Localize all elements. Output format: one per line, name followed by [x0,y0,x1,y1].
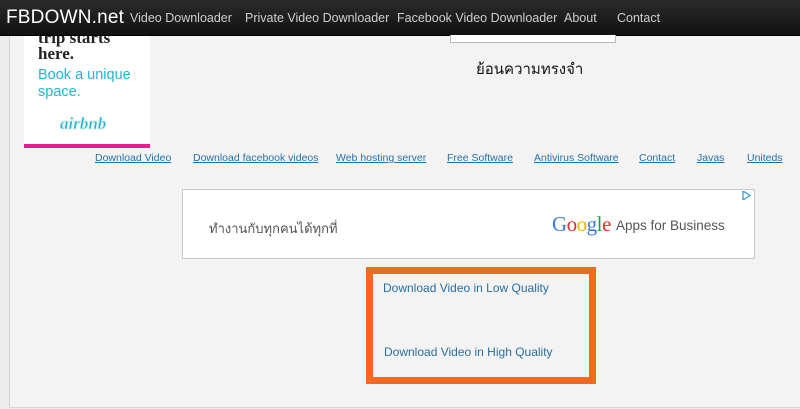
ad-headline: here. [38,44,75,63]
ad-accent-bar [24,144,150,148]
airbnb-ad[interactable]: trip starts here. Book a unique space. a… [24,36,150,148]
thumbnail[interactable] [451,42,490,43]
adchoices-triangle-icon[interactable] [742,189,752,202]
google-ad-product: Apps for Business [616,218,725,233]
download-low-quality-link[interactable]: Download Video in Low Quality [383,281,549,295]
link-uniteds[interactable]: Uniteds [747,152,783,164]
link-download-facebook-videos[interactable]: Download facebook videos [193,152,319,164]
link-javas[interactable]: Javas [697,152,724,164]
nav-video-downloader[interactable]: Video Downloader [130,11,232,26]
link-download-video[interactable]: Download Video [95,152,171,164]
thumbnail[interactable] [571,42,610,43]
video-thumbnail-strip[interactable] [450,35,616,43]
thumbnail[interactable] [491,42,530,43]
link-antivirus-software[interactable]: Antivirus Software [534,152,619,164]
nav-about[interactable]: About [564,11,597,26]
nav-contact[interactable]: Contact [617,11,660,26]
link-contact[interactable]: Contact [639,152,675,164]
airbnb-logo: airbnb [60,114,107,133]
download-high-quality-link[interactable]: Download Video in High Quality [384,345,553,359]
google-logo: Google [552,212,611,236]
thumbnail[interactable] [531,42,570,43]
google-ad-text: ทำงานกับทุกคนได้ทุกที่ [209,222,338,237]
nav-facebook-video-downloader[interactable]: Facebook Video Downloader [397,11,557,26]
google-ad[interactable]: ทำงานกับทุกคนได้ทุกที่ Google Apps for B… [182,189,755,259]
top-navbar: FBDOWN.net Video Downloader Private Vide… [0,0,800,36]
link-web-hosting-server[interactable]: Web hosting server [336,152,426,164]
link-free-software[interactable]: Free Software [447,152,513,164]
video-title: ย้อนความทรงจำ [476,60,584,78]
download-options-box: Download Video in Low Quality Download V… [366,267,596,384]
ad-tagline: Book a unique space. [38,67,131,100]
brand-logo[interactable]: FBDOWN.net [6,7,124,29]
nav-private-video-downloader[interactable]: Private Video Downloader [245,11,389,26]
